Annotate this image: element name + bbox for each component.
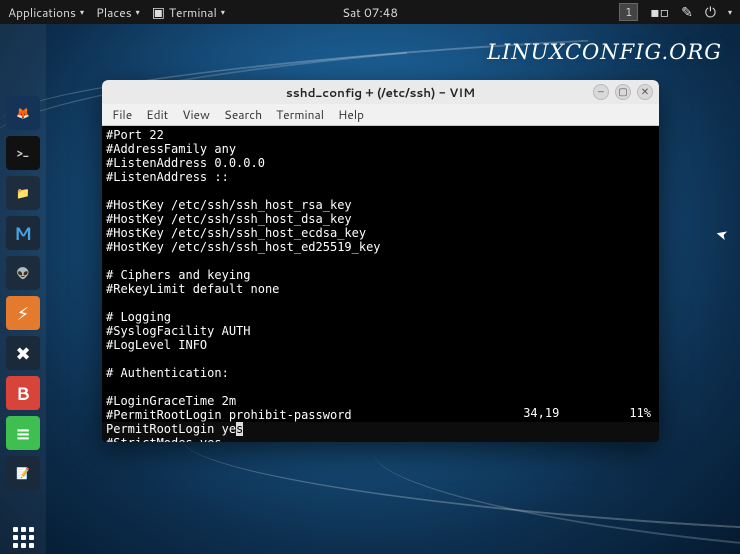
dock-leafpad[interactable]: 📝 — [6, 456, 40, 490]
menu-view[interactable]: View — [182, 106, 210, 123]
accessibility-icon[interactable]: ✎ — [681, 2, 693, 22]
terminal-window: sshd_config + (/etc/ssh) - VIM – ▢ ✕ Fil… — [102, 80, 659, 442]
menu-search[interactable]: Search — [224, 106, 262, 123]
dash-dock: 🦊 >_ 📁 M 👽 ⚡ ✖ B ≡ 📝 — [0, 24, 46, 554]
show-apps-button[interactable] — [6, 520, 40, 554]
system-menu-chevron-icon[interactable]: ▾ — [728, 6, 732, 18]
dock-files[interactable]: 📁 — [6, 176, 40, 210]
window-titlebar[interactable]: sshd_config + (/etc/ssh) - VIM – ▢ ✕ — [102, 80, 659, 104]
wallpaper-watermark: LINUXCONFIG.ORG — [487, 40, 722, 64]
dock-armitage[interactable]: 👽 — [6, 256, 40, 290]
window-title: sshd_config + (/etc/ssh) - VIM — [286, 84, 475, 101]
dock-faraday[interactable]: ≡ — [6, 416, 40, 450]
clock[interactable]: Sat 07:48 — [342, 4, 398, 21]
places-menu[interactable]: Places▾ — [96, 2, 140, 22]
cursor: s — [236, 422, 243, 436]
dock-beef[interactable]: B — [6, 376, 40, 410]
editor-after-line: #StrictModes yes — [106, 436, 222, 442]
gnome-topbar: Applications▾ Places▾ ▣Terminal▾ Sat 07:… — [0, 0, 740, 24]
workspace-indicator[interactable]: 1 — [619, 3, 638, 21]
dock-firefox[interactable]: 🦊 — [6, 96, 40, 130]
editor-text: #Port 22 #AddressFamily any #ListenAddre… — [106, 128, 381, 422]
editor-viewport[interactable]: #Port 22 #AddressFamily any #ListenAddre… — [102, 126, 659, 422]
dock-metasploit[interactable]: M — [6, 216, 40, 250]
dock-maltego[interactable]: ✖ — [6, 336, 40, 370]
menu-edit[interactable]: Edit — [146, 106, 168, 123]
mouse-pointer-icon: ➤ — [714, 223, 731, 245]
terminal-menubar: File Edit View Search Terminal Help — [102, 104, 659, 126]
active-app-menu[interactable]: ▣Terminal▾ — [152, 2, 225, 22]
maximize-button[interactable]: ▢ — [615, 84, 631, 100]
menu-file[interactable]: File — [112, 106, 132, 123]
vim-status-position: 34,19 — [523, 406, 559, 420]
dock-burp[interactable]: ⚡ — [6, 296, 40, 330]
vim-status-percent: 11% — [629, 406, 651, 420]
menu-terminal[interactable]: Terminal — [276, 106, 324, 123]
close-button[interactable]: ✕ — [637, 84, 653, 100]
minimize-button[interactable]: – — [593, 84, 609, 100]
recorder-icon[interactable]: ▪▫ — [650, 2, 669, 22]
editor-active-line-pre: PermitRootLogin ye — [106, 422, 236, 436]
terminal-icon: ▣ — [152, 2, 165, 22]
power-icon[interactable]: ⏻ — [705, 2, 716, 22]
dock-terminal[interactable]: >_ — [6, 136, 40, 170]
applications-menu[interactable]: Applications▾ — [8, 2, 84, 22]
menu-help[interactable]: Help — [338, 106, 364, 123]
